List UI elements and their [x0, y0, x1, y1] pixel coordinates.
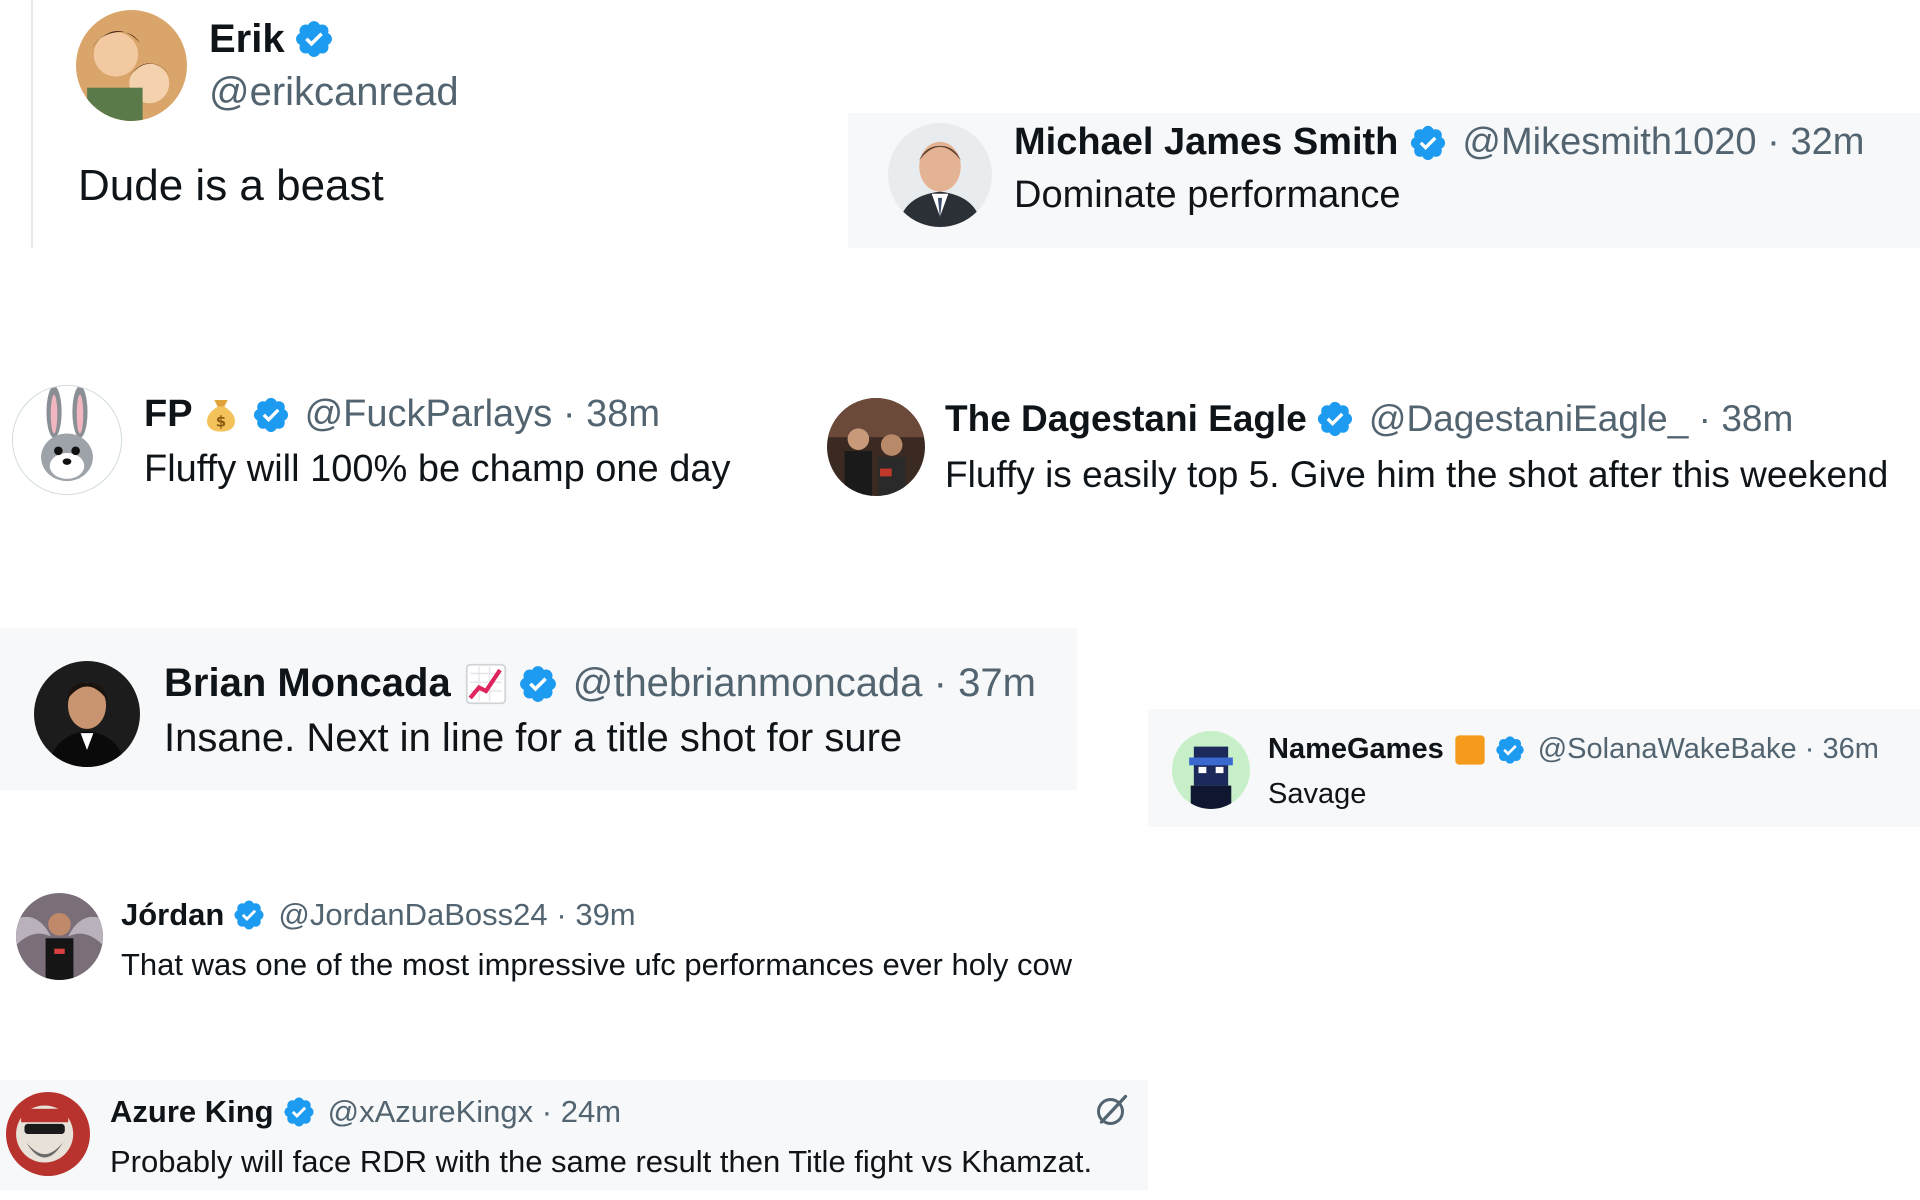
display-name[interactable]: The Dagestani Eagle [945, 398, 1307, 440]
display-name[interactable]: NameGames [1268, 733, 1444, 766]
verified-badge-icon [293, 18, 335, 60]
separator: · [1767, 121, 1780, 163]
timestamp[interactable]: 24m [561, 1094, 621, 1130]
display-name[interactable]: Michael James Smith [1014, 121, 1398, 164]
timestamp[interactable]: 36m [1823, 733, 1879, 766]
display-name[interactable]: Jórdan [121, 897, 224, 933]
grok-icon[interactable] [1094, 1092, 1130, 1128]
avatar[interactable] [12, 385, 122, 495]
handle[interactable]: @SolanaWakeBake [1538, 733, 1797, 766]
avatar[interactable] [76, 10, 187, 121]
avatar[interactable] [827, 398, 925, 496]
handle[interactable]: @erikcanread [209, 70, 459, 115]
handle[interactable]: @JordanDaBoss24 [278, 897, 547, 933]
handle[interactable]: @DagestaniEagle_ [1369, 398, 1688, 440]
timestamp[interactable]: 38m [1721, 398, 1793, 440]
verified-badge-icon [282, 1095, 316, 1129]
thread-line [31, 0, 33, 248]
reply-text: Fluffy is easily top 5. Give him the sho… [945, 454, 1889, 495]
separator: · [933, 661, 947, 705]
reply-text: Probably will face RDR with the same res… [110, 1144, 1093, 1179]
display-name[interactable]: FP [144, 393, 193, 436]
reply-collage: Erik @erikcanread Dude is a beast Michae… [0, 0, 1920, 1200]
verified-badge-icon [1315, 399, 1355, 439]
handle[interactable]: @FuckParlays [305, 393, 553, 436]
separator: · [1698, 398, 1711, 439]
chart-increasing-icon [465, 663, 507, 705]
separator: · [562, 393, 576, 435]
verified-badge-icon [232, 898, 266, 932]
avatar[interactable] [888, 123, 992, 227]
reply-card-jordan[interactable]: Jórdan @JordanDaBoss24 · 39m That was on… [16, 893, 1156, 1003]
reply-text: Savage [1268, 778, 1367, 810]
reply-text: Insane. Next in line for a title shot fo… [164, 716, 903, 760]
timestamp[interactable]: 38m [586, 393, 660, 436]
reply-card-azure-king[interactable]: Azure King @xAzureKingx · 24m Probably w… [0, 1080, 1148, 1190]
svg-text:$: $ [215, 412, 225, 430]
display-name[interactable]: Erik [209, 17, 285, 62]
reply-card-dagestani-eagle[interactable]: The Dagestani Eagle @DagestaniEagle_ · 3… [827, 398, 1920, 508]
avatar[interactable] [16, 893, 103, 980]
reply-card-fp[interactable]: FP $ @FuckParlays · 38m Fluffy will 100%… [12, 385, 812, 505]
reply-text: Dominate performance [1014, 174, 1401, 216]
avatar[interactable] [1172, 731, 1250, 809]
separator: · [1804, 733, 1815, 765]
money-bag-icon: $ [201, 394, 241, 436]
reply-card-michael-james-smith[interactable]: Michael James Smith @Mikesmith1020 · 32m… [848, 113, 1920, 248]
verified-badge-icon [251, 395, 291, 435]
verified-badge-icon [517, 663, 559, 705]
verified-badge-icon [1494, 734, 1526, 766]
avatar[interactable] [6, 1092, 90, 1176]
reply-text: Fluffy will 100% be champ one day [144, 448, 731, 490]
avatar[interactable] [34, 661, 140, 767]
reply-text: Dude is a beast [78, 161, 384, 210]
handle[interactable]: @thebrianmoncada [573, 661, 923, 706]
display-name[interactable]: Brian Moncada [164, 661, 451, 706]
orange-square-icon [1454, 734, 1486, 766]
display-name[interactable]: Azure King [110, 1094, 274, 1130]
timestamp[interactable]: 32m [1790, 121, 1864, 164]
handle[interactable]: @Mikesmith1020 [1462, 121, 1756, 164]
separator: · [541, 1094, 553, 1129]
separator: · [556, 897, 567, 932]
reply-card-namegames[interactable]: NameGames @SolanaWakeBake · 36m Savage [1148, 709, 1920, 827]
timestamp[interactable]: 39m [575, 897, 635, 933]
timestamp[interactable]: 37m [958, 661, 1036, 706]
verified-badge-icon [1408, 123, 1448, 163]
reply-card-erik[interactable]: Erik @erikcanread Dude is a beast [40, 10, 800, 240]
reply-text: That was one of the most impressive ufc … [121, 947, 1073, 982]
reply-card-brian-moncada[interactable]: Brian Moncada @thebrianmoncada · 37m Ins… [0, 628, 1077, 790]
handle[interactable]: @xAzureKingx [328, 1094, 534, 1130]
